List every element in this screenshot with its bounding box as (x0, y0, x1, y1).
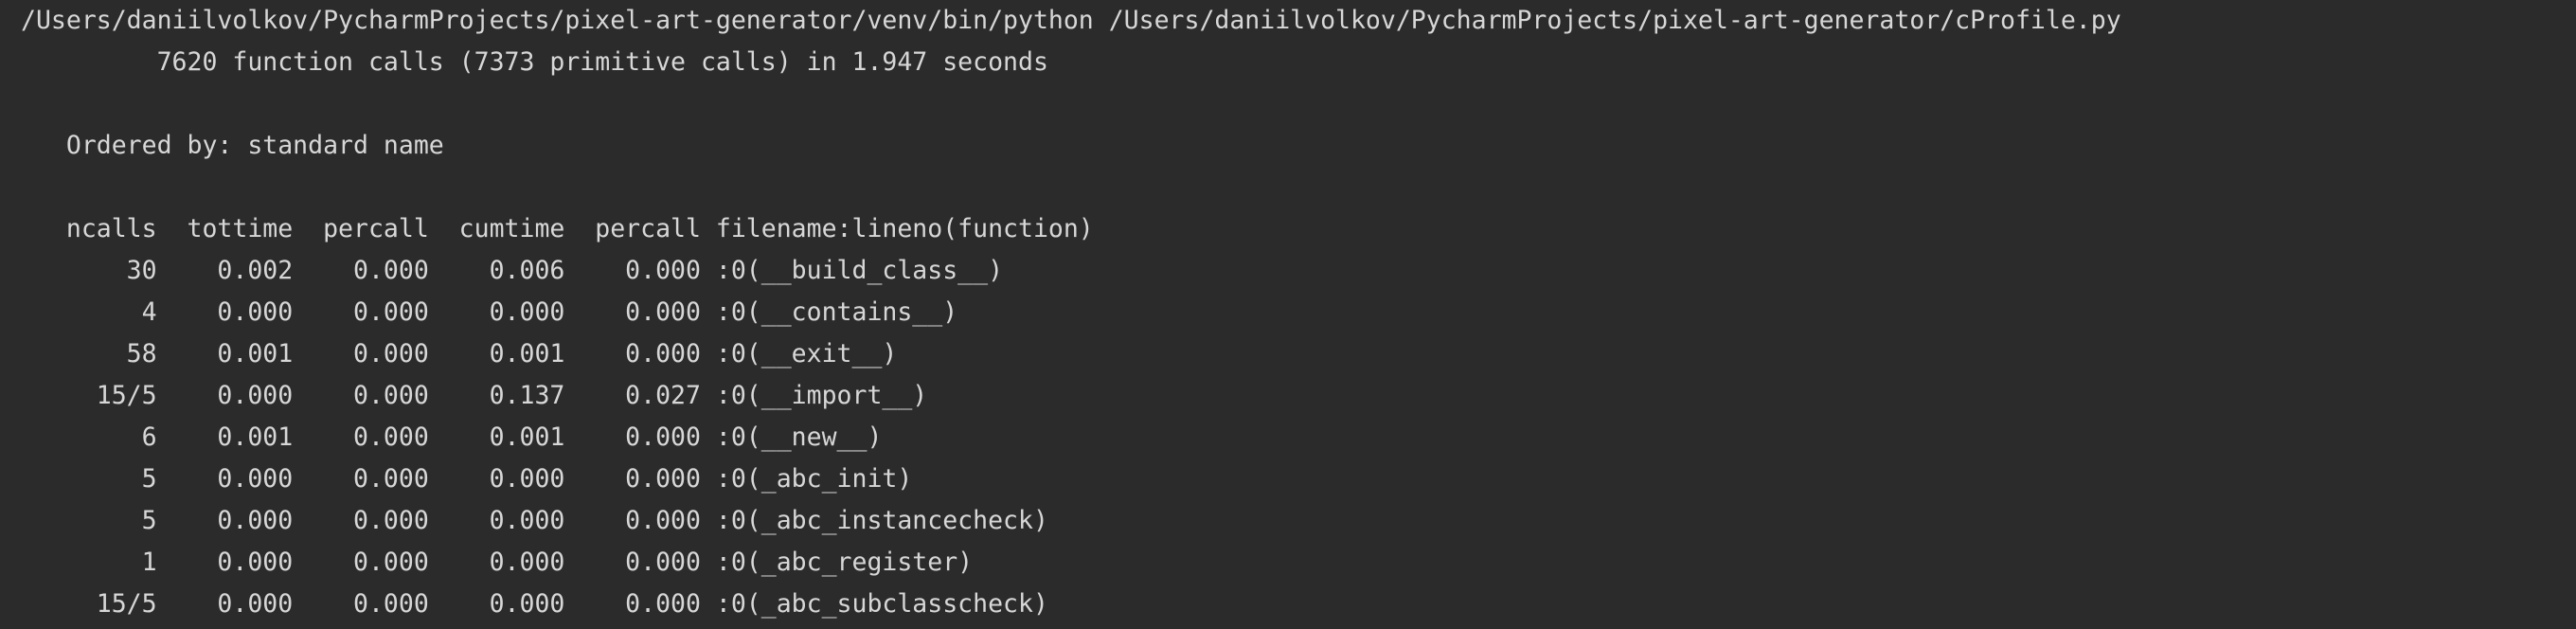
table-row: 15/5 0.000 0.000 0.000 0.000 :0(_abc_sub… (21, 589, 1048, 619)
table-row: 30 0.002 0.000 0.006 0.000 :0(__build_cl… (21, 256, 1004, 285)
table-row: 58 0.001 0.000 0.001 0.000 :0(__exit__) (21, 339, 898, 368)
table-row: 4 0.000 0.000 0.000 0.000 :0(__contains_… (21, 297, 958, 327)
run-console-output[interactable]: /Users/daniilvolkov/PycharmProjects/pixe… (0, 0, 2576, 629)
table-row: 1 0.000 0.000 0.000 0.000 :0(_abc_regist… (21, 548, 974, 577)
ordered-by-line: Ordered by: standard name (21, 131, 444, 160)
table-row: 6 0.001 0.000 0.001 0.000 :0(__new__) (21, 422, 883, 452)
table-row: 15/5 0.000 0.000 0.137 0.027 :0(__import… (21, 381, 928, 410)
table-row: 5 0.000 0.000 0.000 0.000 :0(_abc_instan… (21, 506, 1048, 535)
table-header: ncalls tottime percall cumtime percall f… (21, 214, 1094, 243)
table-row: 5 0.000 0.000 0.000 0.000 :0(_abc_init) (21, 464, 913, 494)
profile-summary-line: 7620 function calls (7373 primitive call… (21, 47, 1048, 77)
command-line: /Users/daniilvolkov/PycharmProjects/pixe… (21, 6, 2121, 35)
